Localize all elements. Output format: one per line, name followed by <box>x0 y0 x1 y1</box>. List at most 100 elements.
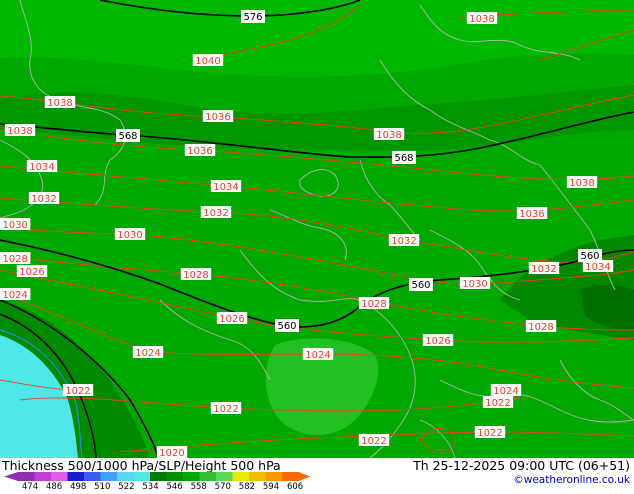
legend-tick: 510 <box>94 482 110 490</box>
slp-label: 1024 <box>0 288 31 301</box>
legend-tick: 486 <box>46 482 62 490</box>
svg-text:560: 560 <box>277 321 296 332</box>
svg-text:1030: 1030 <box>2 220 27 231</box>
slp-label: 1022 <box>358 434 390 447</box>
legend-swatch <box>67 472 85 481</box>
slp-label: 1032 <box>388 234 420 247</box>
svg-text:1022: 1022 <box>477 428 502 439</box>
svg-text:1022: 1022 <box>485 398 510 409</box>
svg-text:1028: 1028 <box>361 299 386 310</box>
svg-text:1032: 1032 <box>531 264 556 275</box>
svg-text:1024: 1024 <box>305 350 330 361</box>
legend-swatch <box>100 472 118 481</box>
legend-swatch <box>216 472 233 481</box>
svg-text:1026: 1026 <box>219 314 244 325</box>
map-footer: Thickness 500/1000 hPa/SLP/Height 500 hP… <box>0 458 634 492</box>
svg-text:1034: 1034 <box>29 162 54 173</box>
legend-swatch <box>117 472 134 481</box>
svg-text:1038: 1038 <box>469 14 494 25</box>
slp-label: 1030 <box>114 228 146 241</box>
svg-text:1040: 1040 <box>195 56 220 67</box>
legend-tick: 498 <box>70 482 86 490</box>
svg-text:1024: 1024 <box>2 290 27 301</box>
svg-text:1030: 1030 <box>117 230 142 241</box>
svg-text:1028: 1028 <box>528 322 553 333</box>
thickness-legend: 474 486 498 510 522 534 546 558 570 582 594 606 <box>0 472 311 492</box>
legend-tick: 582 <box>239 482 255 490</box>
slp-label: 1022 <box>474 426 506 439</box>
legend-tick: 546 <box>166 482 182 490</box>
slp-label: 1028 <box>358 297 390 310</box>
slp-label: 1034 <box>210 180 242 193</box>
height-label-576: 576 <box>241 10 265 23</box>
svg-text:568: 568 <box>118 131 137 142</box>
slp-label: 1036 <box>202 110 234 123</box>
slp-label: 1028 <box>525 320 557 333</box>
svg-text:1036: 1036 <box>205 112 230 123</box>
svg-text:1038: 1038 <box>376 130 401 141</box>
svg-text:1036: 1036 <box>187 146 212 157</box>
svg-text:1022: 1022 <box>213 404 238 415</box>
slp-label: 1038 <box>44 96 76 109</box>
legend-tick: 606 <box>287 482 303 490</box>
slp-label: 1036 <box>184 144 216 157</box>
slp-label: 1028 <box>0 252 31 265</box>
legend-tick-labels: 474 486 498 510 522 534 546 558 570 582 594 606 <box>22 482 303 492</box>
svg-text:1032: 1032 <box>391 236 416 247</box>
svg-text:1024: 1024 <box>135 348 160 359</box>
height-label-568-east: 568 <box>392 151 416 164</box>
valid-time: Th 25-12-2025 09:00 UTC (06+51) <box>413 458 630 473</box>
slp-label: 1032 <box>200 206 232 219</box>
slp-label: 1024 <box>132 346 164 359</box>
legend-tick: 522 <box>118 482 134 490</box>
legend-tick: 474 <box>22 482 38 490</box>
slp-label: 1022 <box>62 384 94 397</box>
legend-tick: 570 <box>215 482 231 490</box>
legend-swatch <box>18 472 35 481</box>
slp-label: 1024 <box>490 384 522 397</box>
legend-swatch <box>183 472 200 481</box>
legend-swatch <box>84 472 101 481</box>
svg-text:1026: 1026 <box>19 267 44 278</box>
svg-text:1032: 1032 <box>203 208 228 219</box>
svg-text:1022: 1022 <box>65 386 90 397</box>
svg-text:1038: 1038 <box>47 98 72 109</box>
legend-swatch <box>34 472 52 481</box>
slp-label: 1032 <box>528 262 560 275</box>
slp-label: 1038 <box>566 176 598 189</box>
svg-text:1020: 1020 <box>159 448 184 458</box>
svg-text:1032: 1032 <box>31 194 56 205</box>
svg-text:1030: 1030 <box>462 279 487 290</box>
height-label-568-west: 568 <box>116 129 140 142</box>
slp-label: 1028 <box>180 268 212 281</box>
legend-swatch <box>249 472 266 481</box>
legend-tick: 594 <box>263 482 279 490</box>
legend-swatch <box>265 472 283 481</box>
legend-color-bar <box>4 472 311 481</box>
legend-swatch <box>232 472 250 481</box>
legend-tick: 534 <box>142 482 158 490</box>
legend-swatch <box>150 472 167 481</box>
slp-label: 1022 <box>210 402 242 415</box>
slp-label: 1038 <box>466 12 498 25</box>
slp-label: 1020 <box>156 446 188 458</box>
svg-text:1028: 1028 <box>2 254 27 265</box>
slp-label: 1036 <box>516 207 548 220</box>
svg-text:560: 560 <box>411 280 430 291</box>
slp-label: 1038 <box>373 128 405 141</box>
slp-label: 1030 <box>0 218 31 231</box>
svg-text:1028: 1028 <box>183 270 208 281</box>
slp-label: 1032 <box>28 192 60 205</box>
legend-swatch <box>51 472 68 481</box>
svg-text:1038: 1038 <box>569 178 594 189</box>
legend-tick: 558 <box>191 482 207 490</box>
legend-swatch <box>166 472 184 481</box>
site-credit[interactable]: ©weatheronline.co.uk <box>513 474 630 486</box>
svg-text:576: 576 <box>243 12 262 23</box>
map-title: Thickness 500/1000 hPa/SLP/Height 500 hP… <box>2 458 281 473</box>
svg-text:1036: 1036 <box>519 209 544 220</box>
slp-label: 1034 <box>26 160 58 173</box>
legend-swatch <box>133 472 151 481</box>
height-label-560-middle: 560 <box>409 278 433 291</box>
svg-text:1022: 1022 <box>361 436 386 447</box>
